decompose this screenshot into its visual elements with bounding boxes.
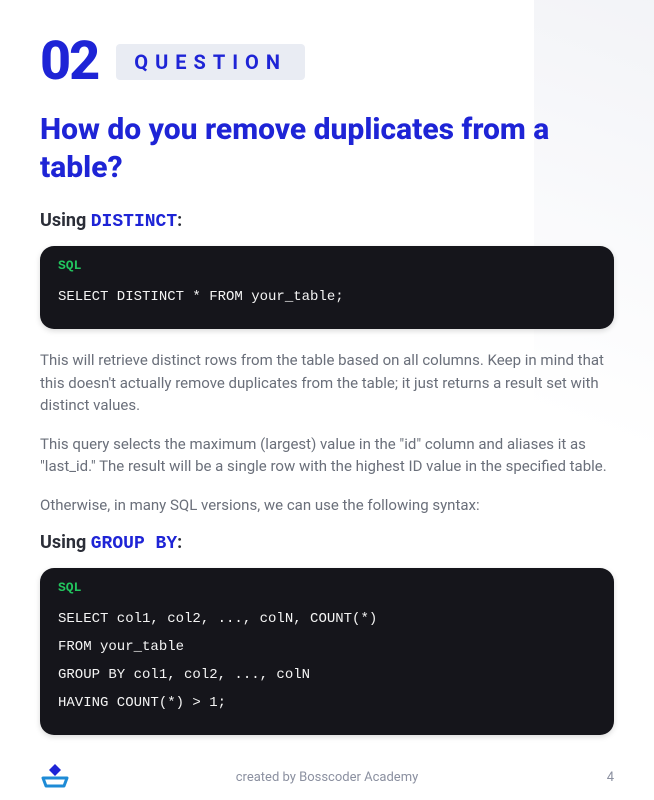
question-label: QUESTION <box>116 44 305 80</box>
paragraph: This query selects the maximum (largest)… <box>40 433 614 478</box>
section-heading-groupby: Using GROUP BY: <box>40 532 614 554</box>
question-header: 02 QUESTION <box>40 30 614 93</box>
code-language-label: SQL <box>40 246 614 277</box>
code-language-label: SQL <box>40 568 614 599</box>
subhead-prefix: Using <box>40 532 91 553</box>
code-content: SELECT DISTINCT * FROM your_table; <box>40 277 614 329</box>
subhead-suffix: : <box>177 210 182 231</box>
footer-credit: created by Bosscoder Academy <box>236 770 419 785</box>
question-number: 02 <box>40 30 98 93</box>
bosscoder-logo-icon <box>40 764 70 790</box>
subhead-prefix: Using <box>40 210 91 231</box>
paragraph: This will retrieve distinct rows from th… <box>40 349 614 417</box>
page-number: 4 <box>607 770 614 785</box>
question-title: How do you remove duplicates from a tabl… <box>40 111 614 186</box>
subhead-keyword: DISTINCT <box>91 212 177 232</box>
code-block-groupby: SQL SELECT col1, col2, ..., colN, COUNT(… <box>40 568 614 735</box>
section-heading-distinct: Using DISTINCT: <box>40 210 614 232</box>
paragraph: Otherwise, in many SQL versions, we can … <box>40 494 614 517</box>
code-block-distinct: SQL SELECT DISTINCT * FROM your_table; <box>40 246 614 329</box>
page-content: 02 QUESTION How do you remove duplicates… <box>0 0 654 735</box>
subhead-suffix: : <box>177 532 182 553</box>
page-footer: created by Bosscoder Academy 4 <box>0 764 654 790</box>
subhead-keyword: GROUP BY <box>91 534 177 554</box>
code-content: SELECT col1, col2, ..., colN, COUNT(*) F… <box>40 599 614 735</box>
